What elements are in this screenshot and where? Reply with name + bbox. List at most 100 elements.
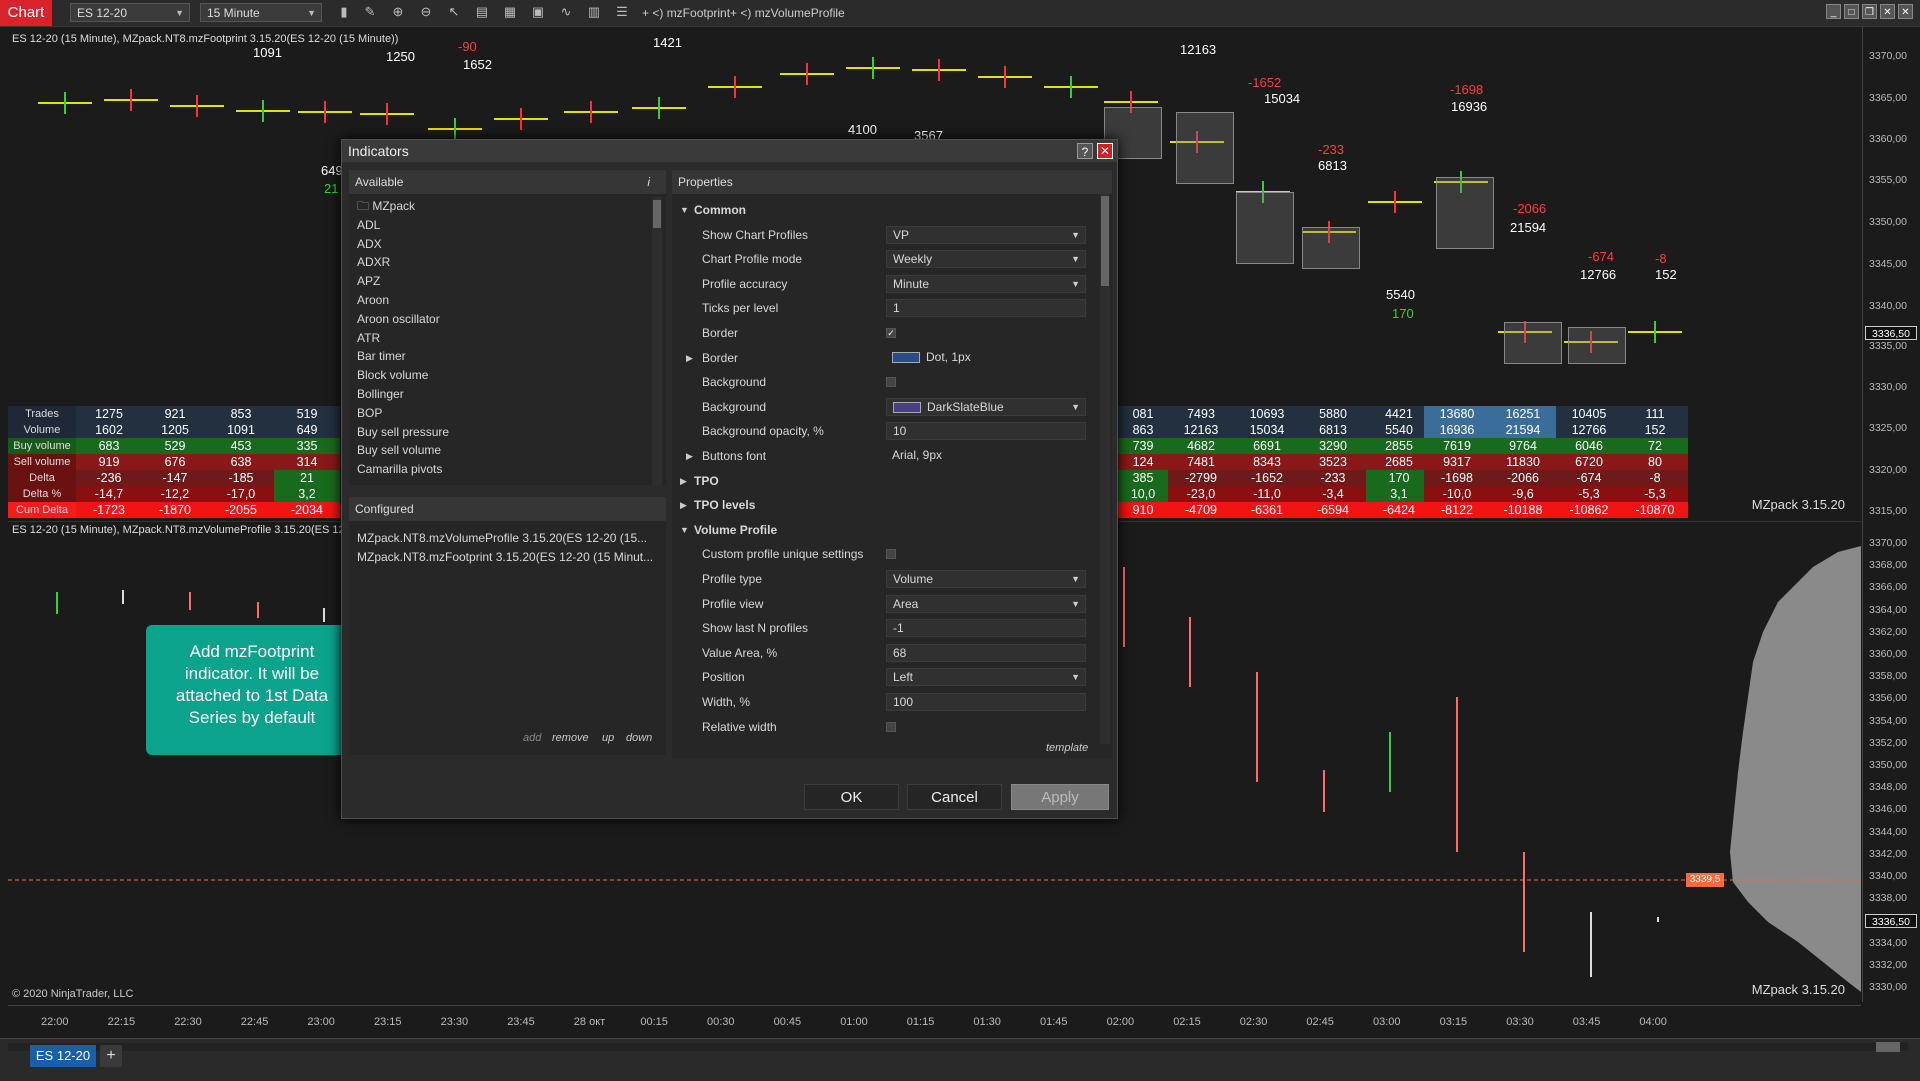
close-icon[interactable]: ✕ bbox=[1097, 143, 1113, 159]
close-icon[interactable]: ✕ bbox=[1880, 4, 1895, 19]
property-row-common[interactable]: ▼ Common bbox=[672, 200, 1096, 220]
stats-cell: -10870 bbox=[1622, 502, 1688, 518]
property-value[interactable]: 68 bbox=[886, 643, 1086, 662]
price-axis[interactable]: 3370,00 3365,00 3360,00 3355,00 3350,00 3345,… bbox=[1862, 27, 1920, 1002]
stats-cell: -1652 bbox=[1234, 470, 1300, 486]
available-item[interactable]: Aroon oscillator bbox=[349, 310, 649, 329]
available-item[interactable]: Bollinger bbox=[349, 385, 649, 404]
property-value[interactable]: -1 bbox=[886, 619, 1086, 638]
draw-icon[interactable]: ✎ bbox=[362, 4, 378, 20]
chart-tab[interactable]: Chart bbox=[0, 0, 52, 26]
properties-icon[interactable]: ▦ bbox=[502, 4, 518, 20]
interval-selector[interactable]: 15 Minute ▼ bbox=[200, 3, 322, 22]
property-row-tpo[interactable]: ▶ TPO bbox=[672, 471, 1096, 491]
maximize-icon[interactable]: □ bbox=[1844, 4, 1859, 19]
property-value[interactable]: Area ▼ bbox=[886, 594, 1086, 613]
property-value[interactable]: Arial, 9px bbox=[886, 447, 1086, 465]
available-item[interactable]: Aroon bbox=[349, 291, 649, 310]
add-link[interactable]: add bbox=[523, 732, 541, 744]
available-item[interactable]: APZ bbox=[349, 272, 649, 291]
expand-right-icon[interactable]: ▶ bbox=[686, 348, 693, 368]
property-checkbox[interactable] bbox=[886, 377, 896, 388]
indicator-toggle-mzfootprint[interactable]: + <) mzFootprint bbox=[642, 0, 730, 26]
property-value[interactable]: Left ▼ bbox=[886, 668, 1086, 687]
available-item[interactable]: ATR bbox=[349, 329, 649, 348]
property-value[interactable]: 100 bbox=[886, 693, 1086, 711]
property-checkbox[interactable] bbox=[886, 549, 896, 560]
configured-item[interactable]: MZpack.NT8.mzFootprint 3.15.20(ES 12-20 … bbox=[349, 548, 666, 567]
property-value[interactable]: Volume ▼ bbox=[886, 570, 1086, 588]
instrument-value: ES 12-20 bbox=[77, 6, 128, 20]
zoom-in-icon[interactable]: ⊕ bbox=[390, 4, 406, 20]
available-item[interactable]: ADX bbox=[349, 235, 649, 254]
chevron-down-icon: ▼ bbox=[1071, 598, 1080, 609]
indicators-icon[interactable]: ∿ bbox=[558, 4, 574, 20]
available-item[interactable]: Block volume bbox=[349, 366, 649, 385]
restore-icon[interactable]: ❐ bbox=[1862, 4, 1877, 19]
horizontal-scrollbar[interactable] bbox=[8, 1043, 1908, 1051]
available-item[interactable]: Bar timer bbox=[349, 347, 649, 366]
zoom-out-icon[interactable]: ⊖ bbox=[418, 4, 434, 20]
expand-right-icon[interactable]: ▶ bbox=[686, 446, 693, 466]
minimize-icon[interactable]: _ bbox=[1826, 4, 1841, 19]
property-row-volume-profile[interactable]: ▼ Volume Profile bbox=[672, 520, 1096, 540]
available-item[interactable]: ADXR bbox=[349, 253, 649, 272]
pointer-icon[interactable]: ↖ bbox=[446, 4, 462, 20]
expand-right-icon[interactable]: ▶ bbox=[680, 495, 687, 515]
template-link[interactable]: template bbox=[1046, 742, 1088, 754]
apply-button[interactable]: Apply bbox=[1011, 784, 1109, 810]
up-link[interactable]: up bbox=[602, 732, 614, 744]
property-row-tpo-levels[interactable]: ▶ TPO levels bbox=[672, 495, 1096, 515]
property-value[interactable]: VP ▼ bbox=[886, 225, 1086, 244]
property-label: Position bbox=[702, 670, 745, 685]
property-value[interactable]: 10 bbox=[886, 422, 1086, 441]
available-scrollbar[interactable] bbox=[652, 197, 662, 485]
scrollbar-thumb[interactable] bbox=[1876, 1042, 1900, 1052]
stats-cell: 15034 bbox=[1234, 422, 1300, 438]
expand-down-icon[interactable]: ▼ bbox=[680, 520, 689, 540]
properties-scrollbar-thumb[interactable] bbox=[1101, 196, 1109, 286]
footprint-label: 21 bbox=[324, 181, 339, 196]
property-value-text: Area bbox=[893, 596, 919, 611]
data-box-icon[interactable]: ▤ bbox=[474, 4, 490, 20]
property-value[interactable]: Weekly ▼ bbox=[886, 250, 1086, 269]
cancel-button[interactable]: Cancel bbox=[907, 784, 1002, 810]
time-axis[interactable]: 22:00 22:15 22:30 22:45 23:00 23:15 23:30 23:45… bbox=[8, 1005, 1861, 1038]
available-item-label: MZpack bbox=[372, 199, 416, 213]
property-checkbox[interactable] bbox=[886, 721, 896, 732]
properties-grid: ▼ Common Show Chart Profiles VP ▼ Chart Profi… bbox=[672, 194, 1096, 744]
data-series-tab[interactable]: ES 12-20 bbox=[30, 1045, 96, 1067]
strategies-icon[interactable]: ▣ bbox=[530, 4, 546, 20]
configured-item[interactable]: MZpack.NT8.mzVolumeProfile 3.15.20(ES 12… bbox=[349, 529, 666, 548]
indicator-toggle-mzvolumeprofile[interactable]: + <) mzVolumeProfile bbox=[730, 0, 845, 26]
remove-link[interactable]: remove bbox=[552, 732, 589, 744]
available-item[interactable]: Buy sell volume bbox=[349, 441, 649, 460]
available-scrollbar-thumb[interactable] bbox=[653, 200, 661, 228]
property-value-text: Weekly bbox=[893, 252, 933, 267]
bar-style-icon[interactable]: ▮ bbox=[336, 4, 352, 20]
property-row-background: Background DarkSlateBlue ▼ bbox=[672, 397, 1096, 417]
property-value[interactable]: Dot, 1px bbox=[886, 349, 1086, 367]
expand-down-icon[interactable]: ▼ bbox=[680, 200, 689, 220]
available-folder[interactable]: 🗀 MZpack bbox=[349, 197, 649, 216]
available-item[interactable]: Buy sell pressure bbox=[349, 423, 649, 442]
expand-right-icon[interactable]: ▶ bbox=[680, 471, 687, 491]
price-tick: 3366,00 bbox=[1869, 581, 1907, 594]
property-row-width-: Width, % 100 bbox=[672, 692, 1096, 712]
window-close-icon[interactable]: ✕ bbox=[1898, 4, 1913, 19]
add-tab-button[interactable]: + bbox=[100, 1045, 122, 1067]
available-item[interactable]: Camarilla pivots bbox=[349, 460, 649, 479]
help-icon[interactable]: ? bbox=[1077, 143, 1093, 159]
property-value[interactable]: 1 bbox=[886, 299, 1086, 318]
property-value[interactable]: Minute ▼ bbox=[886, 274, 1086, 293]
chart-trader-icon[interactable]: ▥ bbox=[586, 4, 602, 20]
info-icon[interactable]: i bbox=[647, 170, 650, 194]
property-value[interactable]: DarkSlateBlue ▼ bbox=[886, 397, 1086, 416]
available-item[interactable]: ADL bbox=[349, 216, 649, 235]
ok-button[interactable]: OK bbox=[804, 784, 899, 810]
down-link[interactable]: down bbox=[626, 732, 652, 744]
instrument-selector[interactable]: ES 12-20 ▼ bbox=[70, 3, 190, 22]
list-icon[interactable]: ☰ bbox=[614, 4, 630, 20]
available-item[interactable]: BOP bbox=[349, 404, 649, 423]
property-checkbox[interactable]: ✓ bbox=[886, 328, 896, 338]
